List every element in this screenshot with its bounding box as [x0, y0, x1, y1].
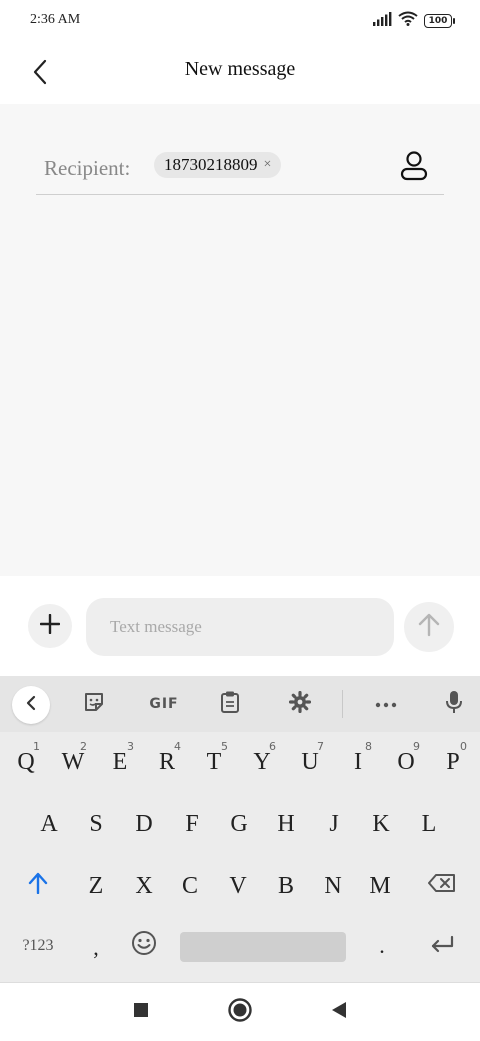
message-input[interactable]	[86, 598, 394, 656]
chevron-left-icon	[32, 59, 48, 90]
contact-picker-button[interactable]	[394, 148, 434, 188]
signal-icon	[372, 11, 392, 31]
microphone-icon	[445, 690, 463, 719]
gif-label: GIF	[149, 696, 179, 712]
key-z[interactable]: Z	[74, 858, 118, 914]
key-t[interactable]: T5	[192, 734, 236, 790]
sticker-icon	[83, 691, 105, 718]
enter-key[interactable]	[418, 918, 466, 974]
key-y[interactable]: Y6	[240, 734, 284, 790]
battery-icon: 100	[424, 14, 455, 28]
key-p[interactable]: P0	[431, 734, 475, 790]
circle-icon	[227, 997, 253, 1028]
shift-key[interactable]	[16, 858, 60, 914]
keyboard: GIF Q 1 W 2 E 3 R 4 T 5 Y 6 U 7 I 8 O 9 …	[0, 676, 480, 982]
key-g[interactable]: G	[217, 796, 261, 852]
key-i[interactable]: I8	[336, 734, 380, 790]
recipient-row: Recipient: 18730218809 ×	[36, 146, 444, 195]
recipient-chip-number: 18730218809	[164, 155, 258, 174]
attach-button[interactable]	[28, 604, 72, 648]
shift-icon	[28, 872, 48, 901]
keyboard-toolbar: GIF	[0, 676, 480, 732]
key-f[interactable]: F	[170, 796, 214, 852]
key-s[interactable]: S	[74, 796, 118, 852]
emoji-icon	[131, 930, 157, 963]
sticker-button[interactable]	[74, 684, 114, 724]
header: New message	[0, 42, 480, 104]
backspace-key[interactable]	[418, 858, 466, 914]
message-thread-area: Recipient: 18730218809 ×	[0, 104, 480, 576]
keyboard-settings-button[interactable]	[280, 684, 320, 724]
comma-key[interactable]: ,	[74, 920, 118, 976]
person-icon	[400, 150, 428, 186]
key-u[interactable]: U7	[288, 734, 332, 790]
clipboard-button[interactable]	[210, 684, 250, 724]
key-m[interactable]: M	[358, 858, 402, 914]
toolbar-divider	[342, 690, 343, 718]
page-title: New message	[184, 58, 296, 80]
plus-icon	[39, 613, 61, 639]
key-h[interactable]: H	[264, 796, 308, 852]
key-q[interactable]: Q1	[4, 734, 48, 790]
key-a[interactable]: A	[27, 796, 71, 852]
square-icon	[133, 1002, 149, 1023]
key-x[interactable]: X	[122, 858, 166, 914]
key-e[interactable]: E3	[98, 734, 142, 790]
space-key[interactable]	[180, 932, 346, 962]
compose-bar	[0, 576, 480, 676]
status-bar: 2:36 AM 100	[0, 0, 480, 42]
key-o[interactable]: O9	[384, 734, 428, 790]
chevron-left-icon	[26, 695, 36, 716]
clipboard-icon	[220, 690, 240, 719]
more-icon	[375, 695, 397, 713]
symbols-key[interactable]: ?123	[8, 918, 68, 974]
status-time: 2:36 AM	[30, 12, 81, 27]
back-nav-button[interactable]	[322, 997, 356, 1027]
navigation-bar	[0, 982, 480, 1041]
key-r[interactable]: R4	[145, 734, 189, 790]
recipient-chip[interactable]: 18730218809 ×	[154, 152, 282, 178]
key-c[interactable]: C	[168, 858, 212, 914]
recipient-label: Recipient:	[44, 156, 131, 180]
key-b[interactable]: B	[264, 858, 308, 914]
status-icons: 100	[372, 11, 455, 31]
backspace-icon	[427, 873, 457, 900]
key-j[interactable]: J	[312, 796, 356, 852]
emoji-key[interactable]	[122, 918, 166, 974]
key-v[interactable]: V	[216, 858, 260, 914]
key-d[interactable]: D	[122, 796, 166, 852]
keyboard-collapse-button[interactable]	[12, 686, 50, 724]
chip-remove-icon[interactable]: ×	[264, 157, 272, 173]
send-button[interactable]	[404, 602, 454, 652]
triangle-back-icon	[331, 1001, 347, 1024]
gear-icon	[288, 690, 312, 718]
arrow-up-icon	[418, 613, 440, 642]
voice-input-button[interactable]	[434, 684, 474, 724]
more-button[interactable]	[366, 684, 406, 724]
key-k[interactable]: K	[359, 796, 403, 852]
key-l[interactable]: L	[407, 796, 451, 852]
period-key[interactable]: .	[360, 918, 404, 974]
key-w[interactable]: W2	[51, 734, 95, 790]
wifi-icon	[398, 11, 418, 31]
recents-button[interactable]	[124, 997, 158, 1027]
key-n[interactable]: N	[311, 858, 355, 914]
gif-button[interactable]: GIF	[142, 684, 186, 724]
back-button[interactable]	[20, 54, 60, 94]
enter-icon	[429, 933, 455, 960]
home-button[interactable]	[223, 997, 257, 1027]
